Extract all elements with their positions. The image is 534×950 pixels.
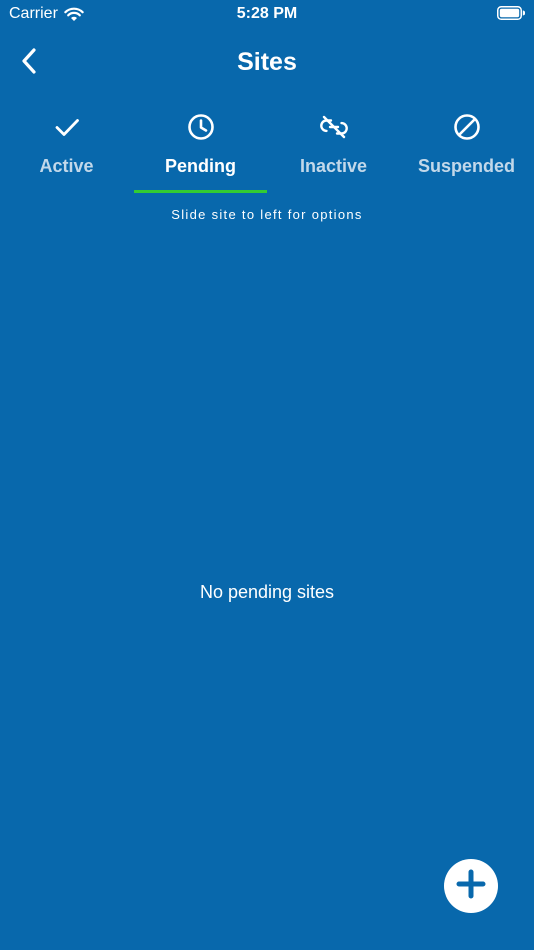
tab-suspended-label: Suspended [417,156,515,176]
tab-active-label: Active [39,156,94,176]
status-bar: Carrier 5:28 PM [0,0,534,30]
tab-pending[interactable]: Pending [134,106,267,194]
tab-inactive[interactable]: Inactive [267,106,400,194]
broken-link-icon [267,112,400,142]
clock-icon [134,112,267,142]
status-time: 5:28 PM [236,5,298,22]
plus-icon [456,869,486,904]
selected-tab-indicator [134,190,267,193]
tab-pending-label: Pending [165,156,236,176]
status-tabs: Active Pending Inactive Suspended [0,106,534,194]
page-title: Sites [237,48,297,76]
navigation-bar: Sites [0,40,534,86]
tab-active[interactable]: Active [0,106,133,194]
checkmark-icon [0,112,133,142]
add-site-button[interactable] [444,859,498,913]
swipe-hint: Slide site to left for options [171,207,363,222]
battery-full-icon [497,6,526,20]
prohibited-icon [400,112,533,142]
tab-inactive-label: Inactive [299,156,368,176]
empty-state-message: No pending sites [199,582,335,602]
tab-suspended[interactable]: Suspended [400,106,533,194]
